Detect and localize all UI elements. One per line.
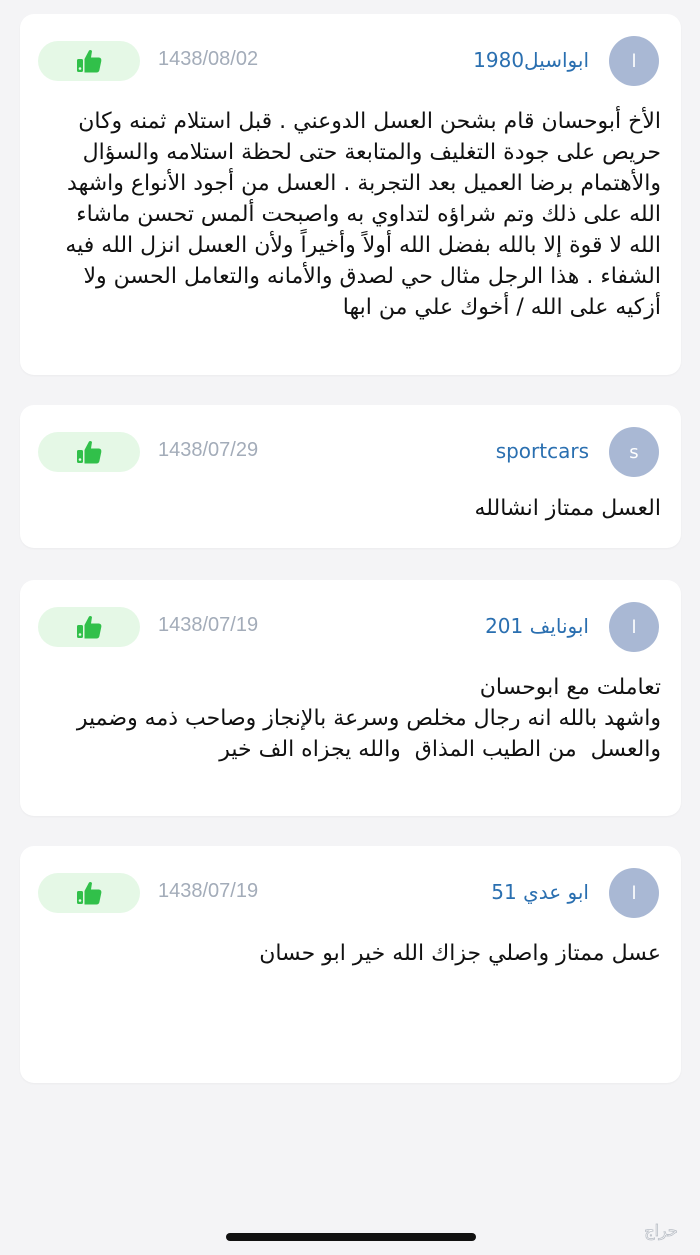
comment-date: 1438/07/19 — [158, 614, 259, 636]
comment-text: الأخ أبوحسان قام بشحن العسل الدوعني . قب… — [58, 109, 661, 320]
comment-username[interactable]: ابو عدي 51 — [491, 880, 589, 904]
comment-date: 1438/07/19 — [158, 880, 259, 902]
comment-text: تعاملت مع ابوحسان واشهد بالله انه رجال م… — [76, 675, 661, 762]
comment-header: s sportcars 1438/07/29 — [20, 405, 681, 485]
like-button[interactable] — [38, 41, 140, 81]
comment-card: ا ابواسيل1980 1438/08/02 الأخ أبوحسان قا… — [20, 14, 681, 375]
thumbs-up-icon — [77, 881, 102, 905]
avatar[interactable]: ا — [609, 868, 659, 918]
comment-header: ا ابونايف 201 1438/07/19 — [20, 580, 681, 660]
comment-date: 1438/08/02 — [158, 48, 259, 70]
comment-username[interactable]: sportcars — [496, 439, 589, 463]
comment-card: s sportcars 1438/07/29 العسل ممتاز انشال… — [20, 405, 681, 548]
haraj-watermark-logo: حراج — [644, 1221, 678, 1242]
home-indicator[interactable] — [226, 1233, 476, 1241]
comment-username[interactable]: ابواسيل1980 — [473, 48, 589, 72]
avatar[interactable]: ا — [609, 602, 659, 652]
comment-header: ا ابو عدي 51 1438/07/19 — [20, 846, 681, 926]
comment-date: 1438/07/29 — [158, 439, 259, 461]
comment-card: ا ابونايف 201 1438/07/19 تعاملت مع ابوحس… — [20, 580, 681, 816]
comment-text: العسل ممتاز انشالله — [474, 496, 661, 521]
comment-card: ا ابو عدي 51 1438/07/19 عسل ممتاز واصلي … — [20, 846, 681, 1083]
thumbs-up-icon — [77, 440, 102, 464]
thumbs-up-icon — [77, 49, 102, 73]
comment-text: عسل ممتاز واصلي جزاك الله خير ابو حسان — [259, 941, 661, 966]
like-button[interactable] — [38, 607, 140, 647]
avatar[interactable]: s — [609, 427, 659, 477]
like-button[interactable] — [38, 432, 140, 472]
like-button[interactable] — [38, 873, 140, 913]
comments-feed: ا ابواسيل1980 1438/08/02 الأخ أبوحسان قا… — [0, 0, 700, 1100]
svg-text:حراج: حراج — [644, 1221, 678, 1241]
comment-header: ا ابواسيل1980 1438/08/02 — [20, 14, 681, 94]
comment-username[interactable]: ابونايف 201 — [485, 614, 589, 638]
avatar[interactable]: ا — [609, 36, 659, 86]
thumbs-up-icon — [77, 615, 102, 639]
